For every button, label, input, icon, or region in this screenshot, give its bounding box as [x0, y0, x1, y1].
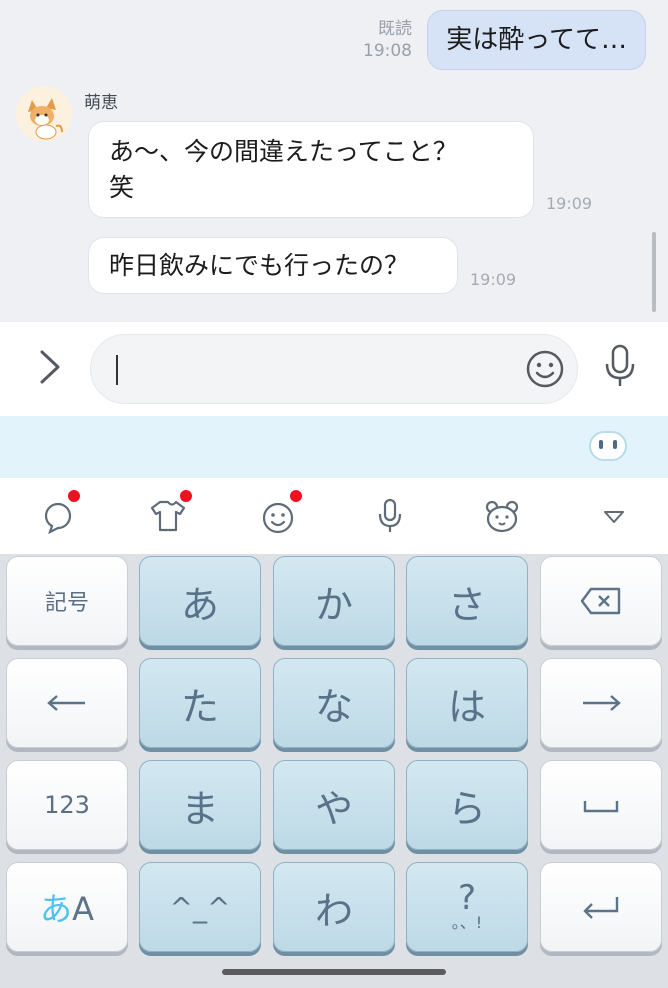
message-time: 19:09	[546, 194, 593, 213]
chat-scrollbar[interactable]	[652, 232, 656, 312]
assistant-bot-button[interactable]	[588, 430, 628, 464]
chat-area: 既読 19:08 実は酔ってて… 萌恵 あ〜、今の間違えたってこと？ 笑 19:…	[0, 0, 668, 322]
robot-icon	[589, 431, 627, 461]
key-label: か	[314, 582, 353, 627]
key-input-mode[interactable]: あA	[6, 862, 128, 952]
key-a[interactable]: あ	[139, 556, 261, 646]
keyboard-toolbar	[0, 478, 668, 554]
key-label: ?	[457, 878, 477, 918]
avatar[interactable]	[16, 86, 72, 142]
received-message-bubble[interactable]: あ〜、今の間違えたってこと？ 笑	[88, 121, 534, 218]
key-left-arrow[interactable]	[6, 658, 128, 748]
voice-keyboard-button[interactable]	[368, 494, 412, 538]
key-right-arrow[interactable]	[540, 658, 662, 748]
key-sa[interactable]: さ	[406, 556, 528, 646]
key-label: た	[180, 684, 219, 729]
sticker-chat-button[interactable]	[38, 490, 82, 538]
bear-icon	[485, 500, 519, 533]
key-ka[interactable]: か	[273, 556, 395, 646]
notification-dot	[180, 490, 192, 502]
chevron-right-icon	[40, 350, 60, 384]
key-label: は	[447, 684, 486, 729]
message-time: 19:09	[470, 270, 517, 289]
sender-name: 萌恵	[84, 93, 118, 113]
key-label: 123	[44, 791, 90, 819]
home-indicator[interactable]	[222, 969, 446, 975]
key-label: さ	[447, 582, 486, 627]
read-receipt: 既読 19:08	[363, 18, 412, 62]
backspace-icon	[580, 587, 621, 615]
arrow-right-icon	[583, 695, 621, 711]
key-label: ま	[180, 786, 219, 831]
sent-message-bubble[interactable]: 実は酔ってて…	[427, 10, 646, 70]
key-na[interactable]: な	[273, 658, 395, 748]
key-label: ^_^	[169, 890, 231, 924]
space-icon	[583, 801, 619, 813]
key-wa[interactable]: わ	[273, 862, 395, 952]
sent-time: 19:08	[363, 41, 412, 61]
theme-button[interactable]	[146, 490, 192, 538]
key-label: ら	[447, 786, 486, 831]
notification-dot	[68, 490, 80, 502]
emoji-button[interactable]	[525, 349, 565, 389]
arrow-left-icon	[47, 695, 85, 711]
key-label: あ	[180, 582, 219, 627]
key-ma[interactable]: ま	[139, 760, 261, 850]
key-sublabel: 。、!	[451, 913, 483, 932]
key-ha[interactable]: は	[406, 658, 528, 748]
voice-input-button[interactable]	[600, 342, 640, 392]
character-button[interactable]	[480, 494, 524, 538]
message-line: あ〜、今の間違えたってこと？	[109, 137, 458, 166]
key-ta[interactable]: た	[139, 658, 261, 748]
triangle-down-icon	[604, 511, 624, 523]
key-punctuation[interactable]: ? 。、!	[406, 862, 528, 952]
key-space[interactable]	[540, 760, 662, 850]
flick-keyboard: 記号 あ か さ た な は 123 ま や ら あA ^_^ わ ? 。、!	[0, 554, 668, 988]
key-label: わ	[314, 888, 353, 933]
key-backspace[interactable]	[540, 556, 662, 646]
key-enter[interactable]	[540, 862, 662, 952]
key-label: 記号	[44, 591, 89, 616]
key-ya[interactable]: や	[273, 760, 395, 850]
received-message-bubble[interactable]: 昨日飲みにでも行ったの？	[88, 237, 458, 294]
mic-icon	[605, 344, 635, 386]
text-caret	[116, 355, 118, 385]
read-label: 既読	[378, 19, 412, 39]
mode-latin: A	[72, 890, 94, 928]
expand-menu-button[interactable]	[32, 344, 68, 390]
key-label: な	[314, 684, 353, 729]
smiley-icon	[526, 350, 564, 388]
key-numbers[interactable]: 123	[6, 760, 128, 850]
emoji-keyboard-button[interactable]	[256, 490, 302, 538]
collapse-keyboard-button[interactable]	[592, 494, 636, 538]
key-label: や	[314, 786, 353, 831]
message-line: 笑	[109, 173, 135, 202]
key-symbols[interactable]: 記号	[6, 556, 128, 646]
notification-dot	[290, 490, 302, 502]
mic-icon	[378, 498, 402, 532]
message-input-row	[0, 322, 668, 416]
key-kaomoji[interactable]: ^_^	[139, 862, 261, 952]
key-label: あA	[40, 884, 94, 930]
mode-kana: あ	[40, 890, 73, 928]
message-input[interactable]	[90, 334, 578, 404]
key-ra[interactable]: ら	[406, 760, 528, 850]
corgi-avatar-icon	[16, 86, 72, 142]
return-icon	[583, 897, 619, 919]
suggestion-bar	[0, 416, 668, 478]
